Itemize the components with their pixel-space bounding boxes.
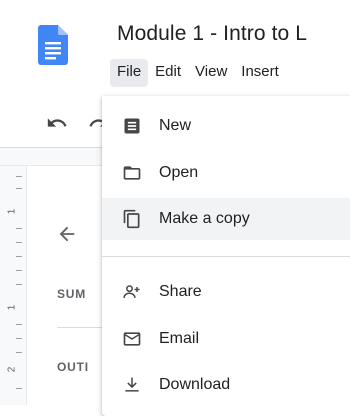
ruler-tick [16, 242, 22, 243]
outline-heading-label: OUTI [57, 360, 89, 374]
menu-item-label: New [159, 117, 192, 134]
file-menu-dropdown: New Open Make a copy Share Email Downloa… [102, 96, 350, 416]
ruler-number: 1 [6, 208, 18, 215]
menu-edit[interactable]: Edit [148, 59, 188, 87]
ruler-tick [16, 284, 22, 285]
outline-divider [57, 327, 102, 328]
ruler-tick [16, 188, 22, 189]
menu-item-label: Download [159, 376, 231, 393]
menu-insert[interactable]: Insert [234, 59, 286, 87]
menu-item-email[interactable]: Email [102, 318, 350, 360]
ruler-number: 1 [6, 304, 18, 311]
menu-item-make-a-copy[interactable]: Make a copy [102, 198, 350, 240]
menu-item-new[interactable]: New [102, 105, 350, 147]
ruler-tick [16, 270, 22, 271]
menu-separator [102, 256, 350, 257]
menu-item-label: Open [159, 164, 199, 181]
document-title[interactable]: Module 1 - Intro to L [117, 22, 307, 46]
menu-item-open[interactable]: Open [102, 152, 350, 194]
menu-item-label: Make a copy [159, 210, 250, 227]
ruler-tick [16, 388, 22, 389]
copy-icon [123, 209, 140, 229]
ruler-number: 2 [6, 366, 18, 373]
outline-summary-label: SUM [57, 287, 87, 301]
ruler-tick [16, 324, 22, 325]
ruler-tick [16, 352, 22, 353]
email-icon [123, 332, 141, 346]
back-arrow-icon[interactable] [56, 223, 78, 245]
app-header: Module 1 - Intro to L File Edit View Ins… [0, 0, 350, 96]
menu-item-label: Share [159, 283, 202, 300]
menu-item-download[interactable]: Download [102, 364, 350, 406]
menu-bar: File Edit View Insert [110, 59, 286, 87]
google-docs-logo-icon[interactable] [38, 25, 68, 65]
menu-view[interactable]: View [188, 59, 234, 87]
ruler-tick [16, 256, 22, 257]
download-icon [125, 377, 139, 392]
undo-icon[interactable] [46, 112, 68, 134]
add-person-icon [123, 285, 140, 298]
ruler-tick [16, 228, 22, 229]
menu-item-label: Email [159, 330, 200, 347]
ruler-tick [16, 338, 22, 339]
docs-new-icon [124, 118, 140, 134]
folder-icon [123, 166, 141, 180]
ruler-tick [16, 176, 22, 177]
menu-file[interactable]: File [110, 59, 149, 87]
vertical-ruler: 1 1 2 [0, 166, 27, 405]
menu-item-share[interactable]: Share [102, 271, 350, 313]
